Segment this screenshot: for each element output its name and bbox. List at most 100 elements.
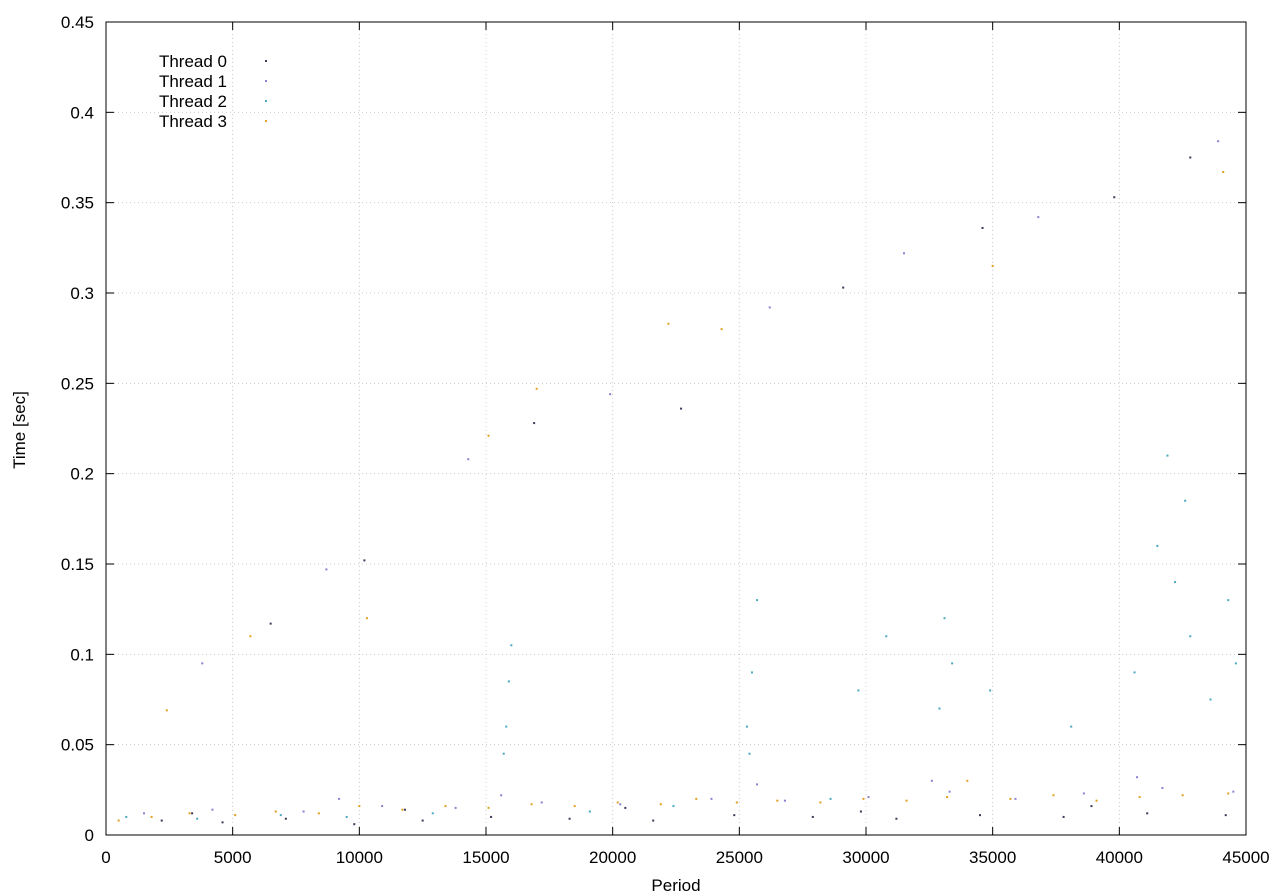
data-point	[454, 806, 457, 809]
x-tick-label: 15000	[462, 848, 509, 867]
x-tick-label: 40000	[1096, 848, 1143, 867]
legend-marker-thread-3	[265, 120, 267, 122]
data-point	[1156, 544, 1159, 547]
data-point	[302, 810, 305, 813]
data-point	[1224, 814, 1227, 817]
data-point	[819, 801, 822, 804]
data-point	[979, 814, 981, 817]
data-point	[588, 810, 591, 813]
data-point	[930, 779, 933, 782]
data-point	[1095, 799, 1098, 802]
data-point	[1234, 662, 1237, 665]
data-point	[811, 815, 814, 818]
data-point	[867, 796, 870, 799]
data-point	[540, 801, 543, 804]
data-point	[403, 808, 406, 811]
data-point	[1189, 156, 1192, 159]
data-point	[510, 644, 513, 647]
data-point	[733, 814, 736, 817]
data-point	[490, 815, 493, 818]
data-point	[274, 810, 277, 813]
y-tick-label: 0.2	[70, 465, 94, 484]
legend-marker-thread-0	[265, 60, 267, 62]
y-tick-label: 0.05	[61, 736, 94, 755]
data-point	[885, 635, 888, 638]
legend-label-thread-0: Thread 0	[159, 52, 227, 71]
data-point	[710, 797, 713, 800]
data-point	[842, 286, 845, 289]
data-point	[1189, 635, 1192, 638]
series-thread-1	[143, 140, 1235, 815]
data-point	[1090, 805, 1093, 808]
data-point	[502, 752, 505, 755]
y-tick-label: 0.35	[61, 194, 94, 213]
data-point	[748, 752, 751, 755]
data-point	[365, 617, 368, 620]
data-point	[191, 812, 194, 815]
data-point	[652, 819, 655, 822]
data-point	[325, 568, 328, 571]
y-tick-label: 0.15	[61, 555, 94, 574]
data-point	[1070, 725, 1073, 728]
axis-ticks: 0 5000 10000 15000 20000 25000 30000 35000 40000…	[61, 13, 1270, 867]
data-point	[991, 264, 994, 267]
data-point	[1217, 140, 1220, 143]
data-point	[966, 779, 969, 782]
data-point	[444, 805, 447, 808]
data-point	[1222, 170, 1225, 173]
x-tick-label: 10000	[336, 848, 383, 867]
grid	[106, 22, 1246, 835]
data-point	[667, 322, 670, 325]
data-point	[829, 797, 832, 800]
data-point	[1181, 794, 1184, 797]
data-point	[1184, 499, 1187, 502]
data-point	[568, 817, 571, 820]
data-point	[431, 812, 434, 815]
data-point	[165, 709, 168, 712]
data-point	[211, 808, 214, 811]
series-thread-2	[125, 454, 1237, 820]
data-point	[507, 680, 510, 683]
scatter-chart: 0 5000 10000 15000 20000 25000 30000 35000 40000…	[10, 13, 1270, 895]
data-point	[363, 559, 366, 562]
data-point	[150, 815, 153, 818]
data-point	[573, 805, 576, 808]
legend: Thread 0 Thread 1 Thread 2 Thread 3	[159, 52, 267, 131]
data-point	[745, 725, 748, 728]
x-tick-label: 25000	[716, 848, 763, 867]
data-point	[616, 801, 619, 804]
data-point	[201, 662, 204, 665]
data-point	[1113, 196, 1116, 199]
data-point	[943, 617, 946, 620]
data-point	[1136, 776, 1139, 779]
data-point	[160, 819, 163, 822]
x-tick-label: 35000	[969, 848, 1016, 867]
y-axis-title: Time [sec]	[10, 391, 29, 469]
data-point	[862, 797, 865, 800]
x-tick-label: 45000	[1222, 848, 1269, 867]
data-point	[756, 599, 759, 602]
y-tick-label: 0.1	[70, 645, 94, 664]
data-point	[903, 252, 905, 255]
data-point	[381, 805, 384, 808]
legend-label-thread-1: Thread 1	[159, 72, 227, 91]
data-points	[117, 140, 1237, 826]
data-point	[1209, 698, 1212, 701]
data-point	[279, 814, 282, 817]
data-point	[530, 803, 533, 806]
data-point	[938, 707, 941, 710]
data-point	[1062, 815, 1065, 818]
data-point	[143, 812, 145, 815]
data-point	[487, 806, 490, 809]
data-point	[269, 622, 272, 625]
data-point	[1082, 792, 1085, 795]
data-point	[951, 662, 954, 665]
data-point	[609, 393, 612, 396]
data-point	[1052, 794, 1055, 797]
data-point	[776, 799, 779, 802]
data-point	[948, 790, 951, 793]
data-point	[680, 407, 683, 410]
data-point	[421, 819, 424, 822]
data-point	[1133, 671, 1136, 674]
x-axis-title: Period	[651, 876, 700, 895]
